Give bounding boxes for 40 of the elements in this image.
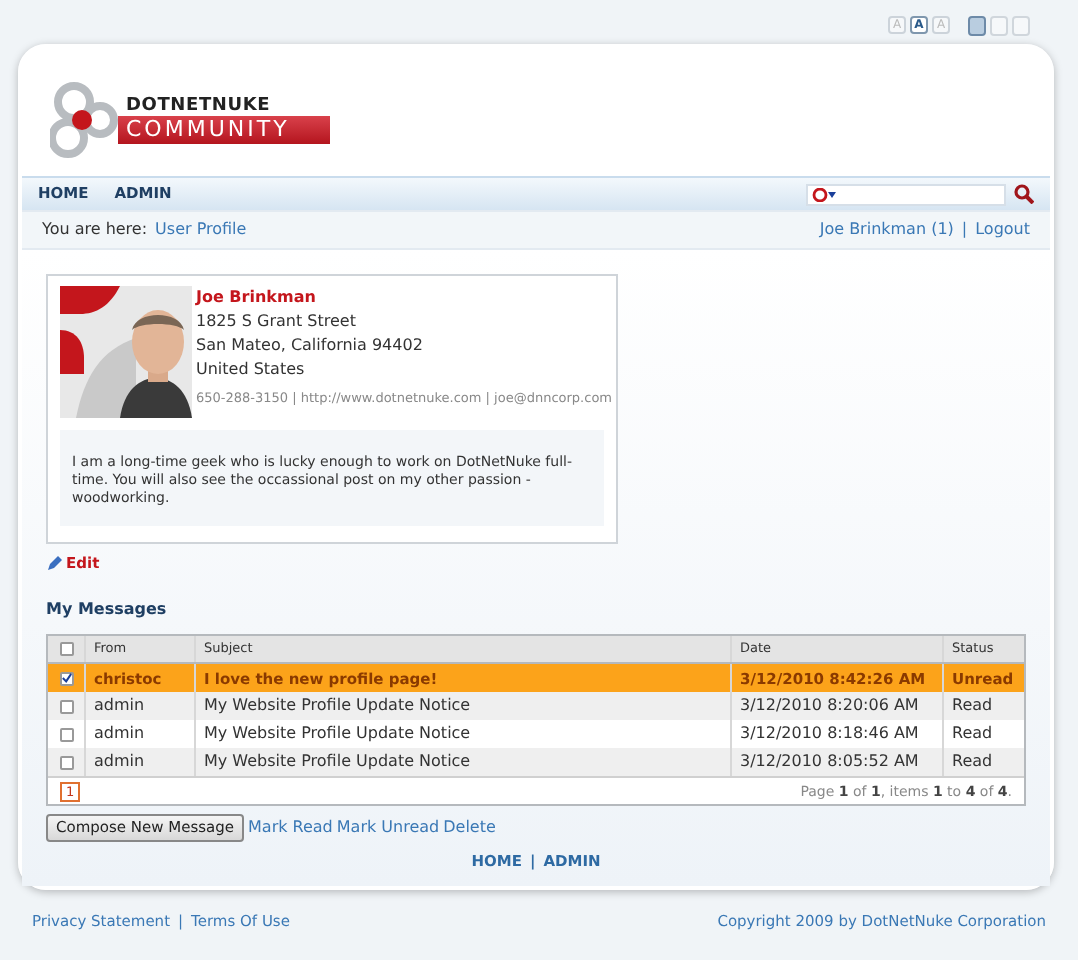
table-cell: 3/12/2010 8:05:52 AM xyxy=(740,750,919,775)
checkbox[interactable] xyxy=(59,671,73,686)
table-cell: Read xyxy=(952,750,993,775)
search-scope-icon[interactable] xyxy=(812,187,836,201)
table-cell: admin xyxy=(94,722,145,747)
logo-text: DOTNETNUKE xyxy=(124,96,273,116)
table-cell: 3/12/2010 8:20:06 AM xyxy=(740,694,919,719)
address-line: United States xyxy=(196,358,307,382)
pencil-icon[interactable] xyxy=(46,555,62,572)
search-field[interactable] xyxy=(806,183,1006,205)
action-link[interactable]: Mark Unread xyxy=(336,816,440,841)
checkbox[interactable] xyxy=(59,727,73,742)
profile-name[interactable]: Joe Brinkman xyxy=(196,286,613,310)
checkbox[interactable] xyxy=(59,699,73,714)
address-line: 1825 S Grant Street xyxy=(196,310,358,334)
user-link[interactable]: Logout xyxy=(975,218,1030,242)
table-cell: 3/12/2010 8:18:46 AM xyxy=(740,722,919,747)
search-icon[interactable] xyxy=(1014,184,1034,204)
logo-banner: COMMUNITY xyxy=(118,116,330,144)
breadcrumb-label: You are here: xyxy=(42,218,148,242)
checkbox[interactable] xyxy=(59,755,73,770)
address-line: San Mateo, California 94402 xyxy=(196,334,425,358)
table-cell: admin xyxy=(94,694,145,719)
table-cell: My Website Profile Update Notice xyxy=(204,722,471,747)
breadcrumb-link[interactable]: User Profile xyxy=(155,218,247,242)
checkbox[interactable] xyxy=(59,642,73,657)
table-cell: Read xyxy=(952,694,993,719)
layout-button[interactable] xyxy=(968,15,986,35)
table-cell: My Website Profile Update Notice xyxy=(204,750,471,775)
separator: | xyxy=(961,218,968,242)
table-row[interactable]: admin My Website Profile Update Notice 3/12/2010 8:20:06 AM Read xyxy=(48,692,1024,721)
user-link[interactable]: Joe Brinkman (1) xyxy=(819,218,954,242)
logo-icon xyxy=(50,82,118,158)
table-cell: My Website Profile Update Notice xyxy=(204,694,471,719)
table-cell: Read xyxy=(952,722,993,747)
action-link[interactable]: Delete xyxy=(443,816,496,841)
table-row[interactable]: admin My Website Profile Update Notice 3/12/2010 8:05:52 AM Read xyxy=(48,748,1024,777)
table-cell: admin xyxy=(94,750,145,775)
action-link[interactable]: Mark Read xyxy=(248,816,333,841)
section-title: My Messages xyxy=(46,598,169,623)
